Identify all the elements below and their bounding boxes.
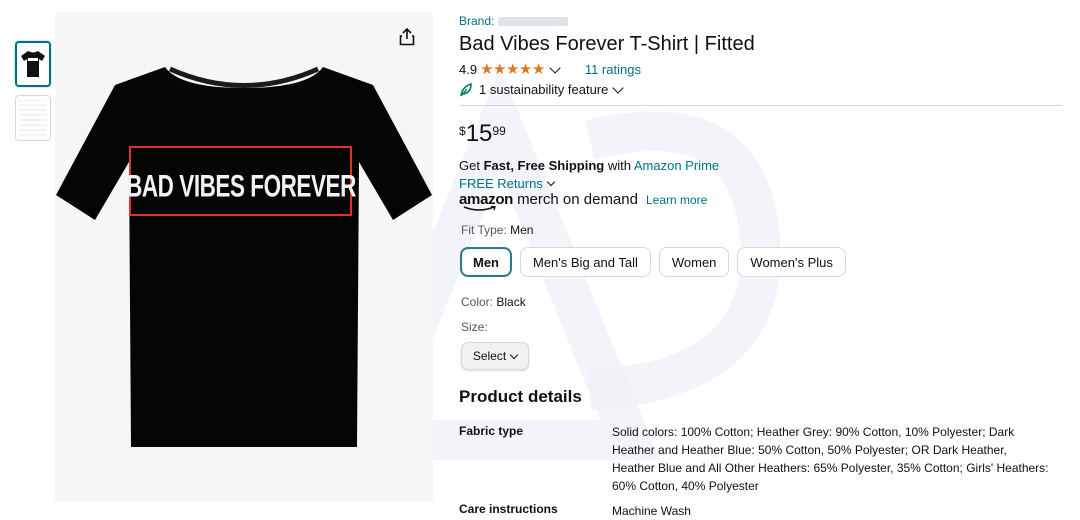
detail-value: Solid colors: 100% Cotton; Heather Grey:…	[612, 425, 1049, 493]
shipping-fast-free: Fast, Free Shipping	[483, 158, 605, 173]
chevron-down-icon[interactable]	[549, 61, 561, 74]
size-label: Size:	[461, 320, 488, 334]
detail-key: Fabric type	[459, 424, 524, 438]
free-returns[interactable]: FREE Returns	[459, 176, 556, 191]
product-details-heading: Product details	[459, 387, 582, 406]
fit-option-mens-big-and-tall[interactable]: Men's Big and Tall	[520, 247, 651, 277]
fit-type-label: Fit Type: Men	[461, 223, 533, 237]
price-whole: 15	[465, 120, 493, 147]
fit-type-selected: Men	[510, 223, 534, 237]
chevron-down-icon	[546, 177, 556, 187]
shipping-with: with	[607, 158, 631, 173]
fit-type-options: Men Men's Big and Tall Women Women's Plu…	[460, 247, 854, 277]
product-title: Bad Vibes Forever T-Shirt | Fitted	[459, 33, 755, 55]
fit-option-womens-plus[interactable]: Women's Plus	[737, 247, 846, 277]
sustainability-row[interactable]: 1 sustainability feature	[459, 82, 628, 97]
prime-link[interactable]: Amazon Prime	[634, 158, 719, 173]
brand-row: Brand:	[459, 14, 569, 28]
leaf-icon	[460, 82, 472, 96]
learn-more-link[interactable]: Learn more	[646, 193, 707, 207]
free-returns-label: FREE Returns	[459, 176, 543, 191]
share-icon[interactable]	[397, 27, 417, 47]
color-label: Color: Black	[461, 295, 526, 309]
detail-row-care: Care instructions Machine Wash	[459, 502, 1052, 520]
price: $ 15 99	[459, 120, 506, 148]
shirt-slogan: BAD VIBES FOREVER	[126, 168, 357, 204]
shirt-thumbnail-icon	[21, 51, 45, 77]
merch-on-demand-text: merch on demand	[517, 191, 638, 208]
chevron-down-icon	[612, 82, 625, 94]
rating-row: 4.9 ★★★★★ 11 ratings	[459, 60, 641, 78]
thumbnail-size-chart[interactable]	[15, 95, 51, 141]
shipping-get: Get	[459, 158, 480, 173]
product-image[interactable]: BAD VIBES FOREVER	[55, 12, 433, 502]
brand-link[interactable]: Brand:	[459, 14, 494, 28]
rating-value: 4.9	[459, 61, 478, 77]
amazon-smile-icon	[463, 206, 496, 211]
chevron-down-icon	[509, 350, 519, 359]
fit-option-women[interactable]: Women	[658, 247, 730, 277]
price-currency: $	[459, 124, 466, 138]
tshirt-image: BAD VIBES FOREVER	[56, 66, 432, 447]
fit-type-label-text: Fit Type:	[461, 223, 507, 237]
size-chart-thumbnail	[19, 100, 47, 136]
amazon-logo: amazon	[459, 191, 513, 211]
divider	[459, 105, 1062, 106]
price-fraction: 99	[492, 124, 506, 138]
color-label-text: Color:	[461, 295, 494, 309]
brand-name-redacted	[498, 17, 569, 27]
fit-option-men[interactable]: Men	[460, 247, 512, 277]
thumbnail-strip	[15, 41, 51, 149]
color-value: Black	[496, 295, 526, 309]
detail-key: Care instructions	[459, 502, 558, 516]
size-select[interactable]: Select	[461, 342, 529, 370]
ratings-count-link[interactable]: 11 ratings	[585, 62, 641, 77]
size-select-label: Select	[472, 349, 507, 363]
star-icon[interactable]: ★★★★★	[480, 60, 545, 78]
detail-row-fabric: Fabric type Solid colors: 100% Cotton; H…	[459, 424, 1052, 495]
merch-on-demand-row: amazon merch on demand Learn more	[459, 191, 707, 211]
sustainability-text: 1 sustainability feature	[479, 82, 609, 97]
detail-value: Machine Wash	[612, 504, 691, 518]
thumbnail-front[interactable]	[15, 41, 51, 87]
shipping-row: Get Fast, Free Shipping with Amazon Prim…	[459, 158, 719, 173]
